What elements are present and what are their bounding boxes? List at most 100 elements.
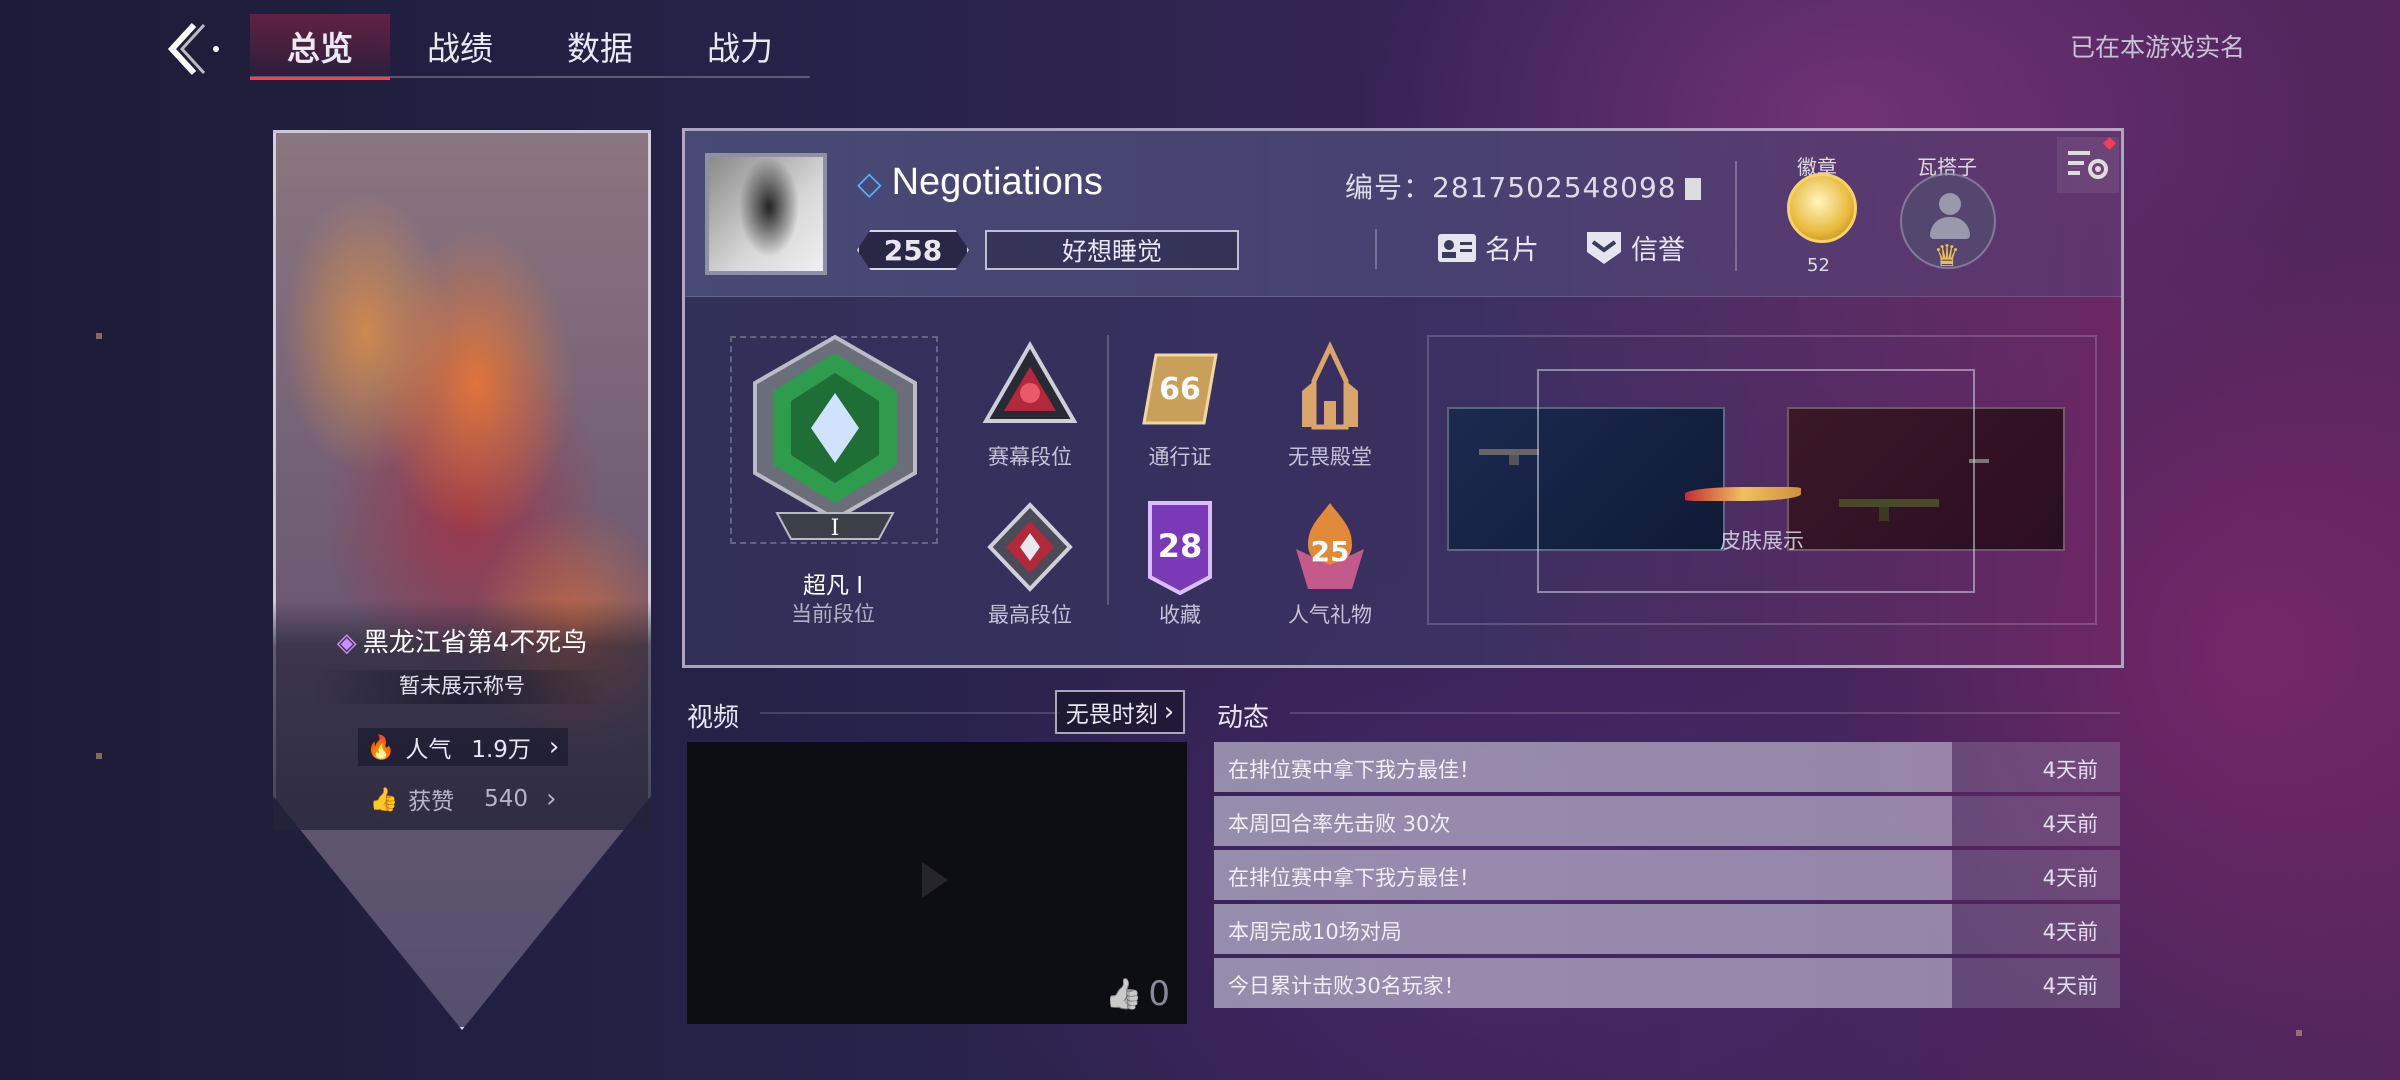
player-title-row: ◈ 黑龙江省第4不死鸟 [273, 622, 651, 659]
popularity-gift-label: 人气礼物 [1288, 603, 1372, 627]
activity-section-title: 动态 [1217, 703, 1270, 733]
play-icon [922, 862, 948, 898]
shield-icon [1587, 231, 1621, 264]
decor-dot [96, 753, 102, 759]
peak-rank-icon [982, 499, 1078, 595]
video-like-button[interactable]: 👍 0 [1105, 974, 1170, 1014]
divider [1290, 712, 2120, 714]
person-icon [1939, 193, 1961, 215]
likes-button[interactable]: 👍 获赞 540 › [358, 780, 568, 818]
diamond-icon: ◇ [857, 165, 882, 201]
likes-label: 获赞 [408, 789, 455, 815]
act-rank-label: 赛幕段位 [988, 445, 1072, 469]
moments-button[interactable]: 无畏时刻 › [1055, 690, 1185, 734]
tab-overview[interactable]: 总览 [250, 14, 390, 80]
rank-numeral: I [831, 516, 840, 541]
skin-showcase[interactable] [1427, 335, 2097, 625]
uid-row: 编号：2817502548098 [1345, 166, 1701, 206]
video-player[interactable]: 👍 0 [687, 742, 1187, 1024]
decor-dot [2296, 1030, 2302, 1036]
current-rank-name: 超凡 I [802, 573, 864, 599]
peak-rank-button[interactable]: 最高段位 [955, 499, 1105, 629]
name-card-button[interactable]: 名片 [1437, 228, 1539, 267]
badge-count: 52 [1807, 255, 1830, 276]
hall-button[interactable]: 无畏殿堂 [1255, 341, 1405, 471]
battlepass-icon: 66 [1132, 341, 1228, 437]
display-title[interactable]: 暂未展示称号 [313, 670, 611, 704]
copy-icon[interactable] [1684, 178, 1701, 200]
activity-item[interactable]: 本周完成10场对局 4天前 [1214, 904, 2120, 954]
player-title: 黑龙江省第4不死鸟 [362, 628, 588, 658]
decor-dot [96, 333, 102, 339]
popularity-button[interactable]: 🔥 人气 1.9万 › [358, 728, 568, 766]
badge-icon[interactable] [1787, 173, 1857, 243]
thumbs-up-icon: 👍 [369, 786, 399, 813]
current-rank-label: 当前段位 [791, 602, 875, 626]
username-row: ◇ Negotiations [857, 161, 1103, 204]
person-icon-body [1930, 217, 1970, 239]
video-like-count: 0 [1148, 974, 1170, 1014]
flame-icon: 🔥 [366, 734, 396, 761]
popularity-label: 人气 [405, 737, 452, 763]
diamond-icon: ◈ [336, 628, 357, 658]
rank-ascendant-icon[interactable]: I [747, 333, 923, 543]
divider [1375, 229, 1377, 269]
credit-label: 信誉 [1631, 235, 1685, 266]
likes-value: 540 [484, 786, 529, 812]
banner-artwork [273, 130, 651, 1030]
battlepass-button[interactable]: 66 通行证 [1105, 341, 1255, 471]
name-card-label: 名片 [1485, 235, 1539, 266]
collection-value: 28 [1158, 527, 1203, 565]
gift-icon: 25 [1282, 499, 1378, 595]
uid-value: 2817502548098 [1432, 171, 1677, 204]
activity-item[interactable]: 本周回合率先击败 30次 4天前 [1214, 796, 2120, 846]
activity-time: 4天前 [2042, 866, 2098, 890]
skin-showcase-label: 皮肤展示 [1720, 529, 1804, 553]
battlepass-value: 66 [1159, 372, 1201, 407]
moments-label: 无畏时刻 [1065, 702, 1158, 728]
activity-item[interactable]: 今日累计击败30名玩家！ 4天前 [1214, 958, 2120, 1008]
realname-status: 已在本游戏实名 [2070, 33, 2246, 62]
activity-item[interactable]: 在排位赛中拿下我方最佳！ 4天前 [1214, 850, 2120, 900]
signature[interactable]: 好想睡觉 [985, 230, 1239, 270]
tab-data[interactable]: 数据 [530, 14, 670, 78]
video-section-title: 视频 [687, 703, 740, 733]
top-tab-bar: 总览 战绩 数据 战力 [250, 14, 810, 80]
activity-time: 4天前 [2042, 812, 2098, 836]
activity-time: 4天前 [2042, 920, 2098, 944]
chevron-right-icon: › [548, 732, 560, 762]
tab-match-record[interactable]: 战绩 [390, 14, 530, 78]
activity-text: 在排位赛中拿下我方最佳！ [1228, 758, 1480, 782]
activity-text: 今日累计击败30名玩家！ [1228, 974, 1465, 998]
divider [760, 712, 1060, 714]
id-card-icon [1438, 233, 1476, 262]
activity-text: 本周完成10场对局 [1228, 920, 1402, 944]
level-badge: 258 [857, 230, 969, 270]
settings-list-icon [2068, 151, 2108, 179]
chevron-right-icon: › [546, 784, 557, 814]
thumbs-up-icon: 👍 [1105, 976, 1143, 1012]
username: Negotiations [891, 161, 1103, 203]
activity-item[interactable]: 在排位赛中拿下我方最佳！ 4天前 [1214, 742, 2120, 792]
knife-icon [1685, 487, 1801, 501]
hall-label: 无畏殿堂 [1288, 445, 1372, 469]
collection-button[interactable]: 28 收藏 [1105, 499, 1255, 629]
avatar[interactable] [705, 153, 827, 275]
activity-text: 本周回合率先击败 30次 [1228, 812, 1451, 836]
chevron-right-icon: › [1163, 697, 1175, 727]
act-rank-button[interactable]: 赛幕段位 [955, 341, 1105, 471]
divider [1735, 161, 1737, 271]
uid-label: 编号： [1345, 171, 1433, 204]
battlepass-label: 通行证 [1148, 445, 1212, 469]
back-button[interactable] [150, 14, 230, 84]
profile-card: ◇ Negotiations 258 好想睡觉 编号：2817502548098 … [682, 128, 2124, 668]
popularity-gift-button[interactable]: 25 人气礼物 [1255, 499, 1405, 629]
hall-icon [1282, 341, 1378, 437]
credit-button[interactable]: 信誉 [1585, 228, 1685, 267]
crown-icon: ♛ [1933, 239, 1961, 274]
skin-highlight-frame [1537, 369, 1975, 593]
tab-power[interactable]: 战力 [670, 14, 810, 78]
act-rank-icon [982, 341, 1078, 437]
popularity-value: 1.9万 [471, 737, 531, 763]
gift-value: 25 [1311, 535, 1350, 568]
